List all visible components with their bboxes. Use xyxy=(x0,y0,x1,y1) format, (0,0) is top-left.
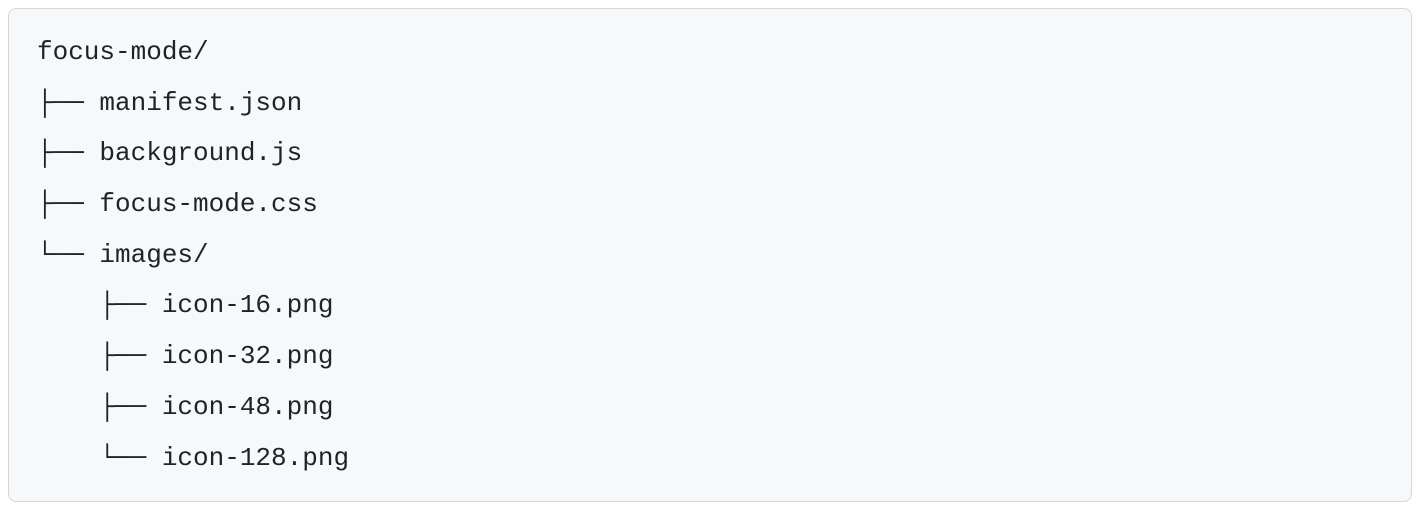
tree-line: ├── icon-32.png xyxy=(37,341,333,371)
directory-tree-code-block: focus-mode/ ├── manifest.json ├── backgr… xyxy=(8,8,1412,502)
tree-line: └── icon-128.png xyxy=(37,443,349,473)
tree-line: focus-mode/ xyxy=(37,37,209,67)
tree-line: ├── icon-16.png xyxy=(37,290,333,320)
tree-line: ├── background.js xyxy=(37,138,302,168)
tree-line: ├── focus-mode.css xyxy=(37,189,318,219)
tree-line: └── images/ xyxy=(37,240,209,270)
tree-line: ├── icon-48.png xyxy=(37,392,333,422)
tree-line: ├── manifest.json xyxy=(37,88,302,118)
